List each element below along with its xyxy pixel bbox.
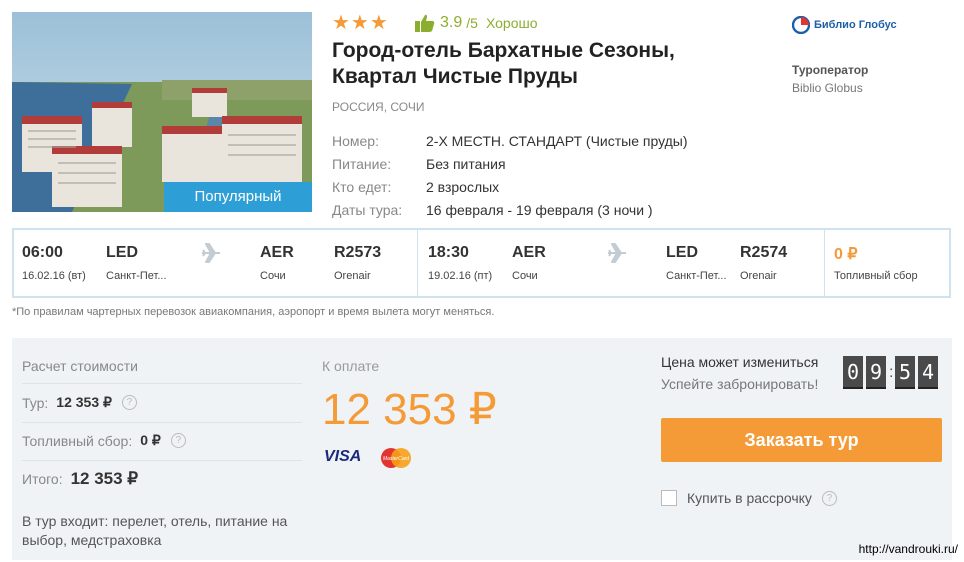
outbound-to-city: Сочи <box>260 270 286 282</box>
calc-row-total: Итого: 12 353 ₽ <box>22 469 138 489</box>
detail-value: 16 февраля - 19 февраля (3 ночи ) <box>426 202 653 218</box>
outbound-time: 06:00 <box>22 244 63 261</box>
watermark: http://vandrouki.ru/ <box>858 542 958 556</box>
outbound-date: 16.02.16 (вт) <box>22 270 86 282</box>
detail-value: Без питания <box>426 156 506 172</box>
fuel-label: Топливный сбор: <box>22 432 133 449</box>
fuel-value: 0 ₽ <box>140 432 161 448</box>
fuel-charge-label: Топливный сбор <box>834 270 918 282</box>
hotel-stars: ★★★ <box>332 12 389 34</box>
mastercard-text: MasterCard <box>383 456 409 462</box>
payment-amount: 12 353 ₽ <box>322 385 497 434</box>
globe-logo-icon <box>792 16 810 34</box>
flight-divider <box>417 230 418 296</box>
payment-label: К оплате <box>322 358 380 374</box>
timer-digit: 9 <box>866 356 886 389</box>
hurry-notice: Успейте забронировать! <box>661 376 819 392</box>
detail-row-meal: Питание: Без питания <box>332 153 688 176</box>
flight-bar: 06:00 16.02.16 (вт) LED Санкт-Пет... AER… <box>12 228 951 298</box>
divider <box>22 460 302 461</box>
thumbs-up-icon <box>415 14 435 32</box>
total-label: Итого: <box>22 471 63 487</box>
detail-row-guests: Кто едет: 2 взрослых <box>332 176 688 199</box>
timer-digit: 4 <box>918 356 938 389</box>
price-change-notice: Цена может измениться <box>661 354 819 370</box>
calc-row-tour: Тур: 12 353 ₽ ? <box>22 394 137 411</box>
hotel-name[interactable]: Город-отель Бархатные Сезоны, Квартал Чи… <box>332 38 752 90</box>
operator-logo-text: Библио Глобус <box>814 19 897 31</box>
detail-value: 2 взрослых <box>426 179 500 195</box>
mastercard-logo: MasterCard <box>381 448 411 468</box>
outbound-flight-number: R2573 <box>334 244 382 261</box>
divider <box>22 383 302 384</box>
rating-score: 3.9 <box>440 14 463 31</box>
operator-label: Туроператор <box>792 63 869 77</box>
charter-note: *По правилам чартерных перевозок авиаком… <box>12 306 495 318</box>
order-tour-button[interactable]: Заказать тур <box>661 418 942 462</box>
detail-row-room: Номер: 2-Х МЕСТН. СТАНДАРТ (Чистые пруды… <box>332 130 688 153</box>
help-icon[interactable]: ? <box>821 490 837 506</box>
rating: 3.9/5 Хорошо <box>414 13 538 33</box>
outbound-from-code: LED <box>106 244 138 261</box>
return-from-city: Сочи <box>512 270 538 282</box>
return-date: 19.02.16 (пт) <box>428 270 493 282</box>
rating-max: /5 <box>466 15 478 31</box>
detail-label: Питание: <box>332 156 392 172</box>
countdown-timer: 0 9 : 5 4 <box>843 356 941 389</box>
detail-row-dates: Даты тура: 16 февраля - 19 февраля (3 но… <box>332 199 688 222</box>
airplane-icon <box>202 243 220 263</box>
installment-option[interactable]: Купить в рассрочку ? <box>661 490 837 506</box>
detail-label: Номер: <box>332 133 379 149</box>
hotel-location: РОССИЯ, СОЧИ <box>332 100 425 114</box>
operator-name: Biblio Globus <box>792 81 863 95</box>
return-airline: Orenair <box>740 270 777 282</box>
tour-label: Тур: <box>22 394 49 411</box>
return-to-city: Санкт-Пет... <box>666 270 727 282</box>
fuel-charge-price: 0 ₽ <box>834 246 858 263</box>
return-flight-number: R2574 <box>740 244 788 261</box>
airplane-icon <box>608 243 626 263</box>
calc-title: Расчет стоимости <box>22 358 138 374</box>
total-value: 12 353 ₽ <box>70 469 139 488</box>
operator-logo: Библио Глобус <box>792 16 897 34</box>
tour-details: Номер: 2-Х МЕСТН. СТАНДАРТ (Чистые пруды… <box>332 130 688 222</box>
popular-badge: Популярный <box>164 182 312 212</box>
installment-checkbox[interactable] <box>661 490 677 506</box>
timer-separator: : <box>889 363 894 381</box>
tour-value: 12 353 ₽ <box>56 394 112 410</box>
timer-digit: 0 <box>843 356 863 389</box>
installment-label[interactable]: Купить в рассрочку <box>687 490 812 506</box>
divider <box>22 422 302 423</box>
rating-word: Хорошо <box>485 15 538 31</box>
outbound-to-code: AER <box>260 244 294 261</box>
outbound-airline: Orenair <box>334 270 371 282</box>
outbound-from-city: Санкт-Пет... <box>106 270 167 282</box>
help-icon[interactable]: ? <box>121 395 137 410</box>
return-to-code: LED <box>666 244 698 261</box>
timer-digit: 5 <box>895 356 915 389</box>
detail-label: Даты тура: <box>332 202 403 218</box>
detail-label: Кто едет: <box>332 179 392 195</box>
help-icon[interactable]: ? <box>170 433 186 448</box>
tour-includes: В тур входит: перелет, отель, питание на… <box>22 513 288 548</box>
return-time: 18:30 <box>428 244 469 261</box>
detail-value: 2-Х МЕСТН. СТАНДАРТ (Чистые пруды) <box>426 133 688 149</box>
calc-row-fuel: Топливный сбор: 0 ₽ ? <box>22 432 186 449</box>
visa-logo: VISA <box>324 448 362 465</box>
return-from-code: AER <box>512 244 546 261</box>
flight-divider <box>824 230 825 296</box>
